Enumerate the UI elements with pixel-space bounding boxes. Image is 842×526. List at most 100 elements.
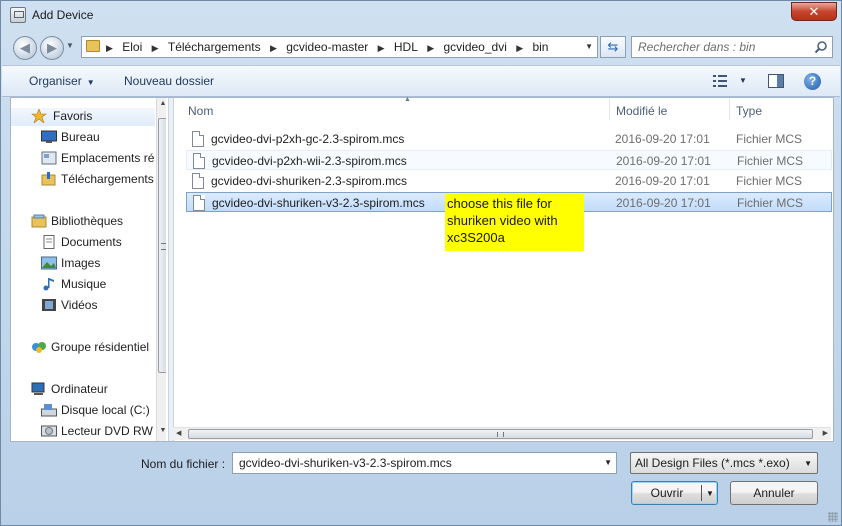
homegroup-icon — [32, 342, 46, 353]
view-options-icon[interactable] — [712, 74, 728, 88]
chevron-down-icon[interactable]: ▼ — [604, 458, 612, 467]
new-folder-button[interactable]: Nouveau dossier — [124, 74, 214, 88]
hscroll-thumb[interactable] — [188, 429, 813, 439]
dvd-icon — [41, 425, 57, 437]
address-dropdown[interactable]: ▼ — [585, 42, 593, 51]
file-name: gcvideo-dvi-p2xh-wii-2.3-spirom.mcs — [212, 154, 407, 168]
recent-locations-dropdown[interactable]: ▼ — [66, 41, 74, 50]
column-label: Nom — [188, 104, 214, 118]
search-input[interactable] — [636, 39, 806, 55]
mcs-file-icon — [193, 195, 205, 211]
images-icon — [41, 256, 57, 270]
breadcrumb-gcvideo-master[interactable]: gcvideo-master — [286, 40, 368, 54]
breadcrumb-hdl[interactable]: HDL — [394, 40, 418, 54]
browser-area: Favoris Bureau Emplacements ré Télécharg… — [10, 96, 834, 442]
refresh-button[interactable]: ⇆ — [600, 36, 626, 58]
nav-label: Musique — [61, 277, 107, 291]
nav-item-favoris[interactable]: Favoris — [11, 108, 155, 126]
videos-icon — [42, 299, 56, 311]
breadcrumb-gcvideo-dvi[interactable]: gcvideo_dvi — [443, 40, 506, 54]
grip-icon — [497, 432, 504, 437]
nav-label: Disque local (C:) — [61, 403, 150, 417]
chevron-right-icon[interactable]: ▶ — [270, 43, 277, 54]
scroll-up-icon[interactable]: ▲ — [158, 100, 166, 112]
nav-label: Documents — [61, 235, 122, 249]
sort-ascending-icon: ▲ — [404, 96, 411, 103]
breadcrumb-telechargements[interactable]: Téléchargements — [168, 40, 261, 54]
file-date: 2016-09-20 17:01 — [616, 196, 711, 210]
open-button[interactable]: Ouvrir ▼ — [631, 481, 718, 505]
file-list-hscrollbar[interactable]: ◀ ▶ — [173, 427, 831, 440]
organize-menu-button[interactable]: Organiser ▼ — [29, 74, 95, 88]
downloads-icon — [41, 172, 56, 186]
filename-label: Nom du fichier : — [141, 457, 226, 471]
filter-value: All Design Files (*.mcs *.exo) — [635, 456, 790, 470]
file-row[interactable]: gcvideo-dvi-p2xh-wii-2.3-spirom.mcs 2016… — [186, 150, 832, 170]
nav-label: Bibliothèques — [51, 214, 124, 228]
resize-grip[interactable] — [828, 512, 838, 522]
cancel-button[interactable]: Annuler — [730, 481, 818, 505]
filename-field[interactable] — [237, 455, 589, 471]
title-bar: Add Device ✕ — [1, 1, 841, 29]
nav-label: Images — [61, 256, 101, 270]
mcs-file-icon — [192, 173, 204, 189]
views-dropdown-icon[interactable]: ▼ — [739, 76, 747, 85]
nav-label: Favoris — [53, 109, 93, 123]
mcs-file-icon — [193, 153, 205, 169]
search-icon[interactable] — [814, 40, 828, 54]
file-row[interactable]: gcvideo-dvi-p2xh-gc-2.3-spirom.mcs 2016-… — [186, 129, 832, 149]
breadcrumb-bin[interactable]: bin — [532, 40, 548, 54]
chevron-right-icon[interactable]: ▶ — [427, 43, 434, 54]
chevron-down-icon: ▼ — [804, 459, 812, 468]
file-name: gcvideo-dvi-shuriken-v3-2.3-spirom.mcs — [212, 196, 425, 210]
chevron-right-icon[interactable]: ▶ — [152, 43, 159, 54]
organize-label: Organiser — [29, 74, 82, 88]
places-icon — [41, 151, 57, 165]
column-header-name[interactable]: Nom ▲ — [186, 96, 609, 122]
close-button[interactable]: ✕ — [791, 2, 837, 21]
device-icon — [10, 7, 26, 23]
chevron-right-icon[interactable]: ▶ — [378, 43, 385, 54]
window-title: Add Device — [32, 8, 94, 22]
chevron-right-icon[interactable]: ▶ — [106, 43, 113, 54]
chevron-right-icon[interactable]: ▶ — [516, 43, 523, 54]
help-icon[interactable]: ? — [804, 73, 821, 90]
file-type-filter[interactable]: All Design Files (*.mcs *.exo) ▼ — [630, 452, 818, 474]
annotation-note: choose this file for shuriken video with… — [445, 194, 584, 251]
file-list: Nom ▲ Modifié le Type gcvideo-dvi-p2xh-g… — [174, 96, 833, 441]
nav-scrollbar[interactable]: ▲ ▼ — [156, 98, 166, 441]
back-button[interactable]: ◀ — [13, 36, 37, 60]
address-bar[interactable]: ▶ Eloi ▶ Téléchargements ▶ gcvideo-maste… — [81, 36, 598, 58]
nav-label: Bureau — [61, 130, 100, 144]
nav-label: Emplacements ré — [61, 151, 155, 165]
scroll-right-icon[interactable]: ▶ — [823, 429, 828, 437]
filename-combobox[interactable]: ▼ — [232, 452, 617, 474]
file-name: gcvideo-dvi-p2xh-gc-2.3-spirom.mcs — [211, 132, 405, 146]
file-date: 2016-09-20 17:01 — [615, 174, 710, 188]
file-row[interactable]: gcvideo-dvi-shuriken-2.3-spirom.mcs 2016… — [186, 171, 832, 191]
open-options-dropdown[interactable]: ▼ — [706, 483, 714, 505]
back-arrow-icon: ◀ — [20, 40, 30, 55]
scroll-left-icon[interactable]: ◀ — [176, 429, 181, 437]
column-header-type[interactable]: Type — [730, 98, 830, 122]
preview-pane-icon[interactable] — [768, 74, 784, 88]
column-header-modified[interactable]: Modifié le — [610, 98, 729, 122]
nav-label: Lecteur DVD RW — [61, 424, 153, 438]
nav-scroll-thumb[interactable] — [158, 118, 166, 373]
column-label: Modifié le — [616, 104, 668, 118]
file-type: Fichier MCS — [737, 196, 804, 210]
disk-icon — [41, 404, 57, 417]
file-type: Fichier MCS — [736, 132, 803, 146]
nav-label: Groupe résidentiel — [51, 340, 150, 354]
chevron-down-icon: ▼ — [86, 78, 95, 87]
search-box[interactable] — [631, 36, 833, 58]
add-device-dialog: Add Device ✕ ◀ ▶ ▼ ▶ Eloi ▶ Téléchargeme… — [0, 0, 842, 526]
refresh-icon: ⇆ — [607, 39, 619, 54]
navigation-pane: Favoris Bureau Emplacements ré Télécharg… — [11, 98, 166, 441]
scroll-down-icon[interactable]: ▼ — [158, 427, 166, 439]
breadcrumb-eloi[interactable]: Eloi — [122, 40, 142, 54]
forward-button[interactable]: ▶ — [40, 36, 64, 60]
nav-label: Téléchargements — [61, 172, 154, 186]
library-icon — [31, 214, 47, 228]
nav-label: Vidéos — [61, 298, 98, 312]
